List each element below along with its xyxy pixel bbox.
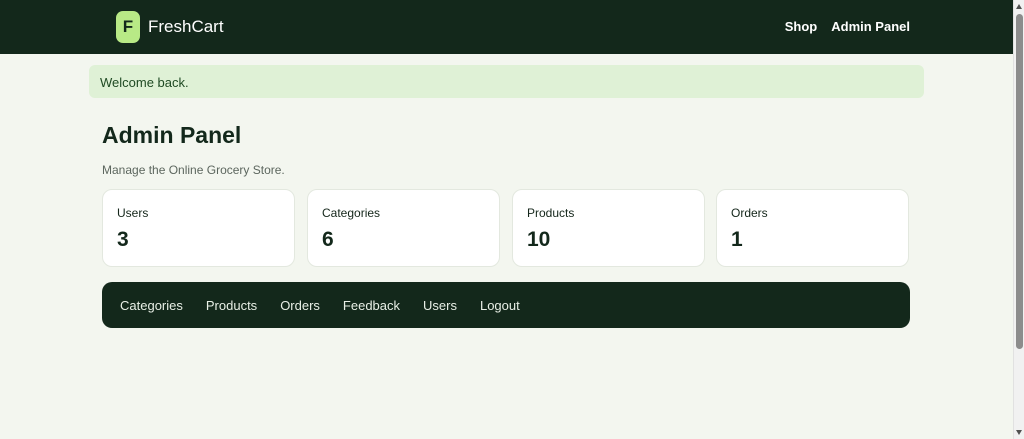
stat-card-users: Users 3 <box>102 189 295 267</box>
scroll-down-arrow-icon[interactable] <box>1016 430 1022 435</box>
stat-value: 6 <box>322 228 334 251</box>
stat-card-products: Products 10 <box>512 189 705 267</box>
top-nav: Shop Admin Panel <box>785 19 910 34</box>
brand-logo: F <box>116 11 140 43</box>
stat-card-orders: Orders 1 <box>716 189 909 267</box>
stat-value: 1 <box>731 228 743 251</box>
stat-label: Categories <box>322 206 381 220</box>
stat-label: Orders <box>731 206 768 220</box>
nav-link-admin-panel[interactable]: Admin Panel <box>831 19 910 34</box>
scroll-up-arrow-icon[interactable] <box>1016 4 1022 9</box>
vertical-scrollbar[interactable] <box>1013 0 1024 439</box>
scrollbar-thumb[interactable] <box>1016 14 1023 349</box>
brand-name: FreshCart <box>148 17 224 36</box>
admin-nav-orders[interactable]: Orders <box>280 298 320 313</box>
top-navbar: F FreshCart Shop Admin Panel <box>0 0 1013 54</box>
stat-label: Users <box>117 206 149 220</box>
admin-nav-products[interactable]: Products <box>206 298 257 313</box>
nav-link-shop[interactable]: Shop <box>785 19 818 34</box>
stat-label: Products <box>527 206 575 220</box>
admin-nav-bar: Categories Products Orders Feedback User… <box>102 282 910 328</box>
page-subtitle: Manage the Online Grocery Store. <box>102 163 285 177</box>
stat-value: 3 <box>117 228 129 251</box>
admin-nav-categories[interactable]: Categories <box>120 298 183 313</box>
alert-message: Welcome back. <box>100 75 189 90</box>
admin-nav-users[interactable]: Users <box>423 298 457 313</box>
brand[interactable]: F FreshCart <box>116 11 224 43</box>
stat-value: 10 <box>527 228 551 251</box>
stat-card-categories: Categories 6 <box>307 189 500 267</box>
welcome-alert: Welcome back. <box>89 65 924 98</box>
page-title: Admin Panel <box>102 122 242 148</box>
admin-nav-logout[interactable]: Logout <box>480 298 520 313</box>
admin-nav-feedback[interactable]: Feedback <box>343 298 400 313</box>
